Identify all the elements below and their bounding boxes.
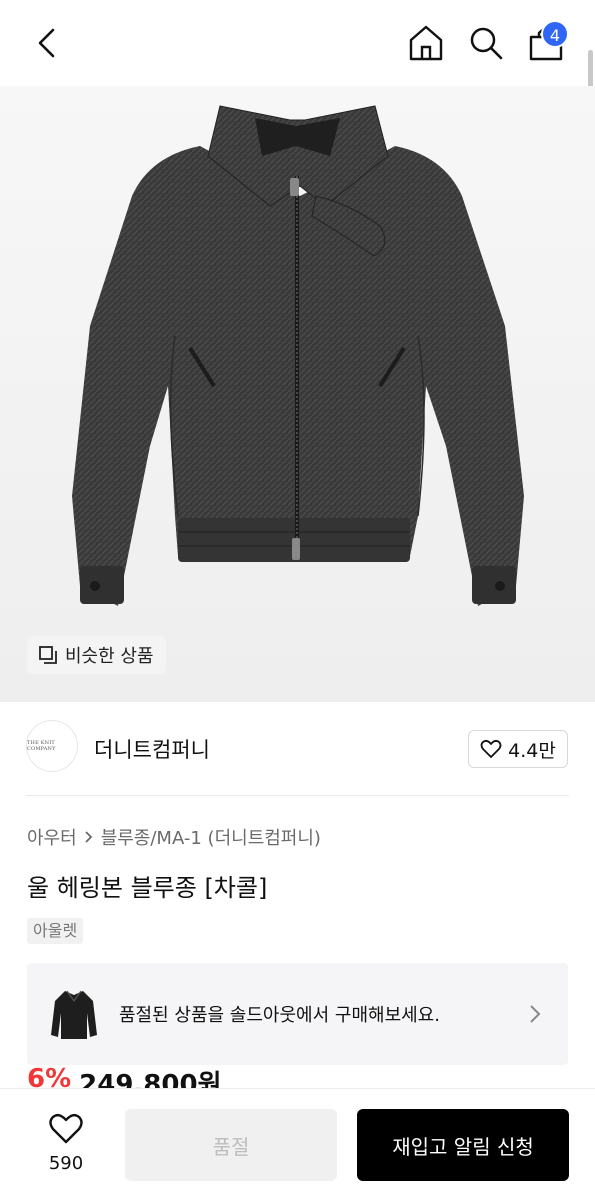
chevron-right-icon <box>530 1005 541 1023</box>
restock-alert-button[interactable]: 재입고 알림 신청 <box>357 1109 569 1181</box>
soldout-button: 품절 <box>125 1109 337 1181</box>
discount-rate: 6% <box>27 1064 72 1088</box>
wishlist-count: 590 <box>48 1153 84 1174</box>
home-button[interactable] <box>406 22 446 64</box>
price-row: 6% 249,800원 <box>27 1064 222 1088</box>
sale-price: 249,800원 <box>79 1070 222 1088</box>
brand-like-count: 4.4만 <box>508 739 556 762</box>
search-icon <box>470 27 503 60</box>
heart-outline-icon <box>480 739 502 758</box>
similar-products-label: 비슷한 상품 <box>65 646 154 667</box>
promo-text: 품절된 상품을 솔드아웃에서 구매해보세요. <box>119 1005 440 1026</box>
breadcrumb-category[interactable]: 아우터 <box>27 824 77 850</box>
seller-name[interactable]: 더니트컴퍼니 <box>94 734 210 764</box>
chevron-left-icon <box>38 28 55 58</box>
heart-outline-icon <box>49 1113 83 1144</box>
chevron-right-icon <box>85 831 92 843</box>
similar-items-icon <box>39 646 57 664</box>
home-icon <box>409 25 443 61</box>
product-title: 울 헤링본 블루종 [차콜] <box>27 874 268 902</box>
cart-count-badge: 4 <box>541 20 569 48</box>
product-image[interactable] <box>0 86 595 702</box>
search-button[interactable] <box>466 22 506 64</box>
promo-thumbnail <box>51 990 97 1039</box>
seller-logo-text: THE KNIT COMPANY <box>27 740 56 752</box>
outlet-tag: 아울렛 <box>27 918 84 944</box>
breadcrumb-subcategory[interactable]: 블루종/MA-1 (더니트컴퍼니) <box>101 824 321 850</box>
seller-row: THE KNIT COMPANY 더니트컴퍼니 4.4만 <box>0 718 595 778</box>
soldout-promo-banner[interactable]: 품절된 상품을 솔드아웃에서 구매해보세요. <box>27 963 568 1065</box>
brand-like-button[interactable]: 4.4만 <box>468 730 568 768</box>
similar-products-button[interactable]: 비슷한 상품 <box>27 636 166 674</box>
divider <box>26 795 569 796</box>
breadcrumb: 아우터 블루종/MA-1 (더니트컴퍼니) <box>27 824 321 850</box>
bottom-action-bar: 590 품절 재입고 알림 신청 <box>0 1088 595 1200</box>
jacket-image <box>72 105 524 606</box>
top-navigation-bar: 4 <box>0 0 595 86</box>
seller-logo[interactable]: THE KNIT COMPANY <box>26 720 78 772</box>
back-button[interactable] <box>28 24 68 64</box>
wishlist-button[interactable]: 590 <box>36 1113 96 1183</box>
